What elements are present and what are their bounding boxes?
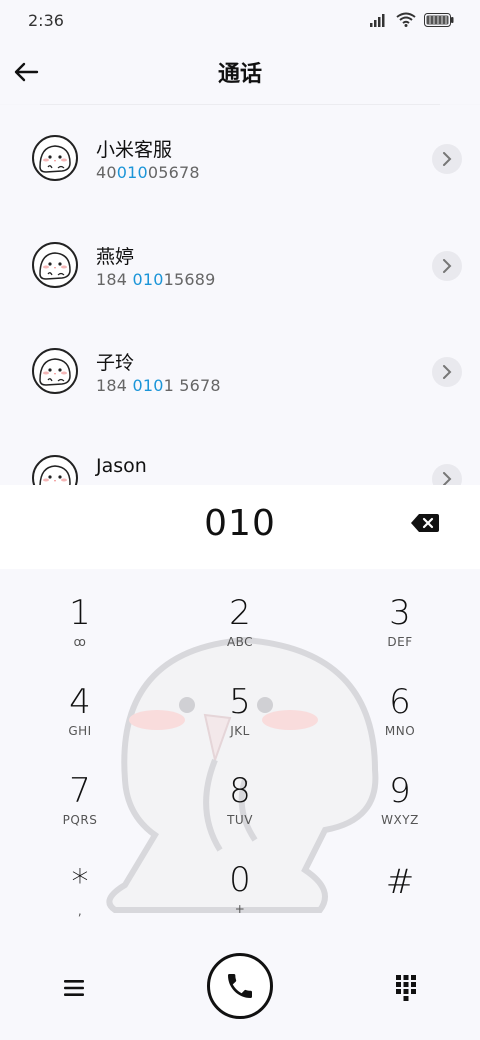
key-letters: WXYZ [381, 813, 419, 827]
number-display: 010 [0, 485, 480, 569]
key-8[interactable]: 8 TUV [180, 771, 300, 851]
key-letters: , [77, 904, 83, 918]
contact-list: 小米客服 4001005678 燕婷 184 01015689 子玲 184 0… [0, 105, 480, 485]
key-5[interactable]: 5 JKL [180, 682, 300, 762]
key-digit: 1 [69, 593, 91, 633]
key-1[interactable]: 1ꝏ [20, 593, 140, 673]
number-match: 010 [132, 376, 164, 395]
number-prefix: 184 [96, 270, 133, 289]
key-digit: 6 [389, 682, 411, 722]
key-digit: 8 [229, 771, 251, 811]
key-letters: JKL [230, 724, 250, 738]
contact-row[interactable]: Jason [0, 425, 480, 485]
page-title: 通话 [217, 62, 262, 87]
key-6[interactable]: 6 MNO [340, 682, 460, 762]
key-letters: + [234, 902, 246, 916]
key-0[interactable]: 0 + [180, 860, 300, 940]
bottom-action-bar [0, 945, 480, 1040]
contact-name: Jason [96, 455, 147, 477]
header: 通话 [0, 40, 480, 104]
key-digit: 5 [229, 682, 251, 722]
menu-button[interactable] [56, 970, 92, 1006]
status-time: 2:36 [28, 11, 64, 30]
key-4[interactable]: 4 GHI [20, 682, 140, 762]
key-letters: TUV [227, 813, 253, 827]
key-star[interactable]: *, [20, 862, 140, 942]
number-suffix: 15689 [163, 270, 216, 289]
chevron-right-icon [443, 472, 452, 485]
key-letters: DEF [387, 635, 413, 649]
backspace-icon [411, 514, 439, 532]
key-3[interactable]: 3 DEF [340, 593, 460, 673]
key-digit: * [71, 862, 89, 902]
contact-detail-button[interactable] [432, 144, 462, 174]
number-match: 010 [132, 270, 164, 289]
key-digit: 7 [69, 771, 91, 811]
contact-number: 184 01015689 [96, 270, 215, 289]
key-7[interactable]: 7 PQRS [20, 771, 140, 851]
contact-number: 184 0101 5678 [96, 376, 221, 395]
number-prefix: 184 [96, 376, 133, 395]
typed-number: 010 [204, 503, 276, 544]
contact-name: 燕婷 [96, 246, 135, 268]
contact-name: 小米客服 [96, 139, 173, 161]
avatar [32, 455, 78, 485]
key-letters: ꝏ [73, 635, 87, 649]
key-digit: 0 [229, 860, 251, 900]
key-9[interactable]: 9 WXYZ [340, 771, 460, 851]
key-letters: MNO [384, 724, 416, 738]
phone-icon [228, 974, 252, 998]
number-suffix: 05678 [147, 163, 200, 182]
contact-detail-button[interactable] [432, 251, 462, 281]
key-digit: 4 [69, 682, 91, 722]
avatar [32, 348, 78, 394]
contact-row[interactable]: 子玲 184 0101 5678 [0, 318, 480, 424]
key-letters: ABC [226, 635, 254, 649]
avatar [32, 242, 78, 288]
number-prefix: 40 [96, 163, 117, 182]
key-digit: 2 [229, 593, 251, 633]
hamburger-menu-icon [64, 980, 84, 996]
contact-row[interactable]: 小米客服 4001005678 [0, 105, 480, 211]
key-2[interactable]: 2 ABC [180, 593, 300, 673]
avatar [32, 135, 78, 181]
number-match: 010 [116, 163, 148, 182]
wifi-icon [396, 12, 416, 27]
backspace-button[interactable] [410, 513, 442, 541]
key-digit: # [385, 862, 415, 902]
call-button[interactable] [207, 953, 273, 1019]
key-digit: 9 [389, 771, 411, 811]
status-bar: 2:36 [0, 0, 480, 40]
status-icons [370, 12, 454, 27]
key-letters: PQRS [62, 813, 98, 827]
contact-name: 子玲 [96, 352, 135, 374]
contact-detail-button[interactable] [432, 464, 462, 485]
key-letters: GHI [68, 724, 92, 738]
chevron-right-icon [443, 152, 452, 166]
signal-icon [370, 13, 385, 27]
key-hash[interactable]: # [340, 862, 460, 942]
dialpad-icon [396, 975, 416, 1001]
chevron-right-icon [443, 259, 452, 273]
number-suffix: 1 5678 [163, 376, 221, 395]
contact-row[interactable]: 燕婷 184 01015689 [0, 212, 480, 318]
battery-icon [424, 12, 454, 27]
contact-detail-button[interactable] [432, 357, 462, 387]
dialpad-toggle-button[interactable] [388, 970, 424, 1006]
contact-number: 4001005678 [96, 163, 200, 182]
key-digit: 3 [389, 593, 411, 633]
chevron-right-icon [443, 365, 452, 379]
